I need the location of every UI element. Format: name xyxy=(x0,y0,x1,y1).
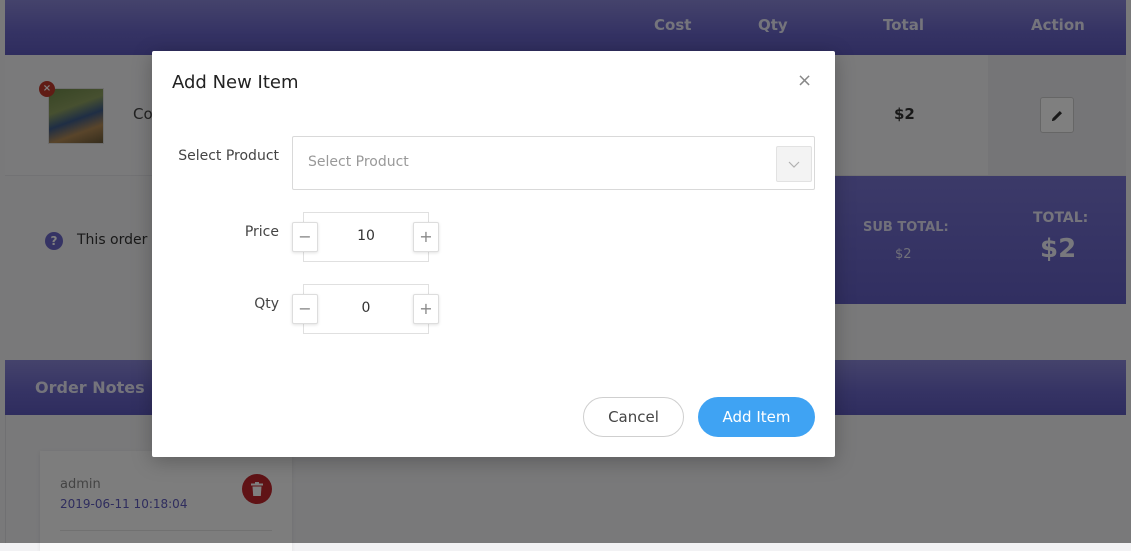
close-icon[interactable]: × xyxy=(797,71,812,91)
price-stepper: 10 − + xyxy=(292,212,439,262)
select-product-label: Select Product xyxy=(178,148,279,164)
qty-decrement-button[interactable]: − xyxy=(292,294,318,324)
price-value: 10 xyxy=(357,228,375,244)
select-product-placeholder: Select Product xyxy=(308,154,409,170)
qty-input[interactable]: 0 xyxy=(303,284,429,334)
price-increment-button[interactable]: + xyxy=(413,222,439,252)
chevron-down-icon[interactable] xyxy=(776,146,812,182)
price-input[interactable]: 10 xyxy=(303,212,429,262)
price-decrement-button[interactable]: − xyxy=(292,222,318,252)
qty-stepper: 0 − + xyxy=(292,284,439,334)
cancel-button[interactable]: Cancel xyxy=(583,397,684,437)
qty-increment-button[interactable]: + xyxy=(413,294,439,324)
price-label: Price xyxy=(244,224,279,240)
add-item-modal: Add New Item × Select Product Select Pro… xyxy=(152,51,835,457)
modal-title: Add New Item xyxy=(172,72,299,93)
qty-value: 0 xyxy=(361,300,371,316)
select-product-dropdown[interactable]: Select Product xyxy=(292,136,815,190)
add-item-button[interactable]: Add Item xyxy=(698,397,815,437)
qty-label: Qty xyxy=(254,296,279,312)
